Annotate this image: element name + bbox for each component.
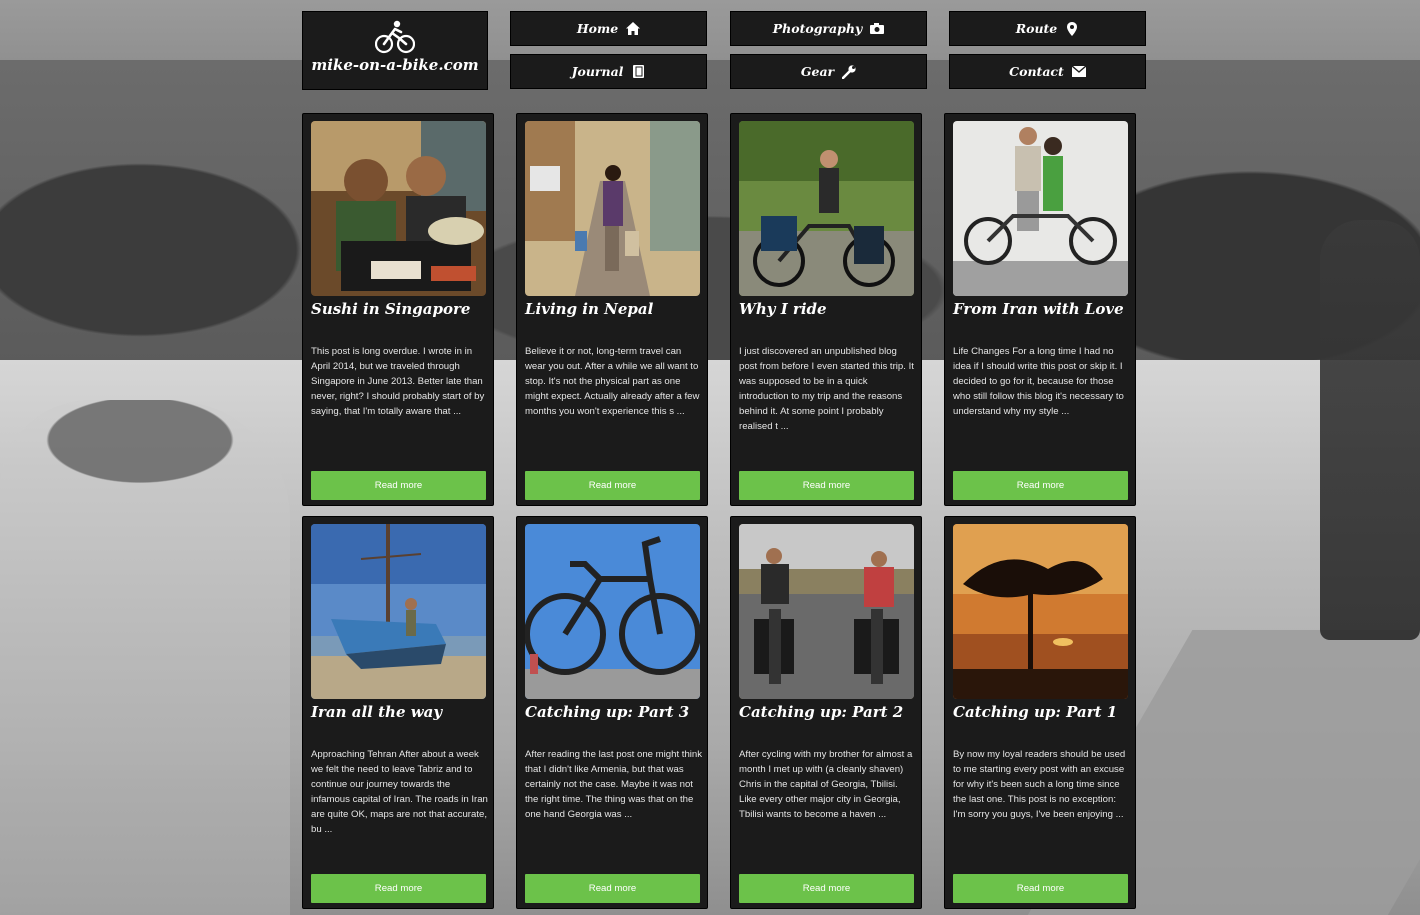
bicycle-icon [375, 20, 415, 54]
wrench-icon [842, 64, 856, 79]
nav-gear-label: Gear [800, 64, 835, 79]
post-thumbnail[interactable] [311, 121, 486, 296]
post-card: Why I ride I just discovered an unpublis… [730, 113, 922, 506]
nav-route-label: Route [1015, 21, 1058, 36]
post-title[interactable]: Catching up: Part 2 [739, 703, 917, 721]
post-title[interactable]: Why I ride [739, 300, 917, 318]
post-thumbnail[interactable] [739, 524, 914, 699]
post-title[interactable]: Catching up: Part 3 [525, 703, 703, 721]
post-excerpt: After cycling with my brother for almost… [739, 749, 913, 820]
post-excerpt: After reading the last post one might th… [525, 749, 703, 820]
site-name: mike-on-a-bike.com [311, 56, 479, 74]
background-hills [0, 60, 1420, 380]
post-excerpt: This post is long overdue. I wrote in in… [311, 346, 485, 417]
post-card: Sushi in Singapore This post is long ove… [302, 113, 494, 506]
camera-icon [870, 22, 885, 36]
post-thumbnail[interactable] [953, 524, 1128, 699]
post-excerpt: Life Changes For a long time I had no id… [953, 346, 1124, 417]
post-card: Catching up: Part 2 After cycling with m… [730, 516, 922, 909]
nav-route[interactable]: Route [949, 11, 1146, 46]
post-excerpt: I just discovered an unpublished blog po… [739, 346, 914, 432]
post-thumbnail[interactable] [739, 121, 914, 296]
nav-photography-label: Photography [772, 21, 863, 36]
background-photo [0, 0, 1420, 915]
read-more-button[interactable]: Read more [311, 874, 486, 903]
read-more-button[interactable]: Read more [525, 471, 700, 500]
nav-gear[interactable]: Gear [730, 54, 927, 89]
post-card: Catching up: Part 1 By now my loyal read… [944, 516, 1136, 909]
nav-photography[interactable]: Photography [730, 11, 927, 46]
nav-home-label: Home [576, 21, 619, 36]
home-icon [626, 22, 641, 36]
post-title[interactable]: Iran all the way [311, 703, 489, 721]
post-card: Catching up: Part 3 After reading the la… [516, 516, 708, 909]
post-thumbnail[interactable] [525, 121, 700, 296]
nav-journal-label: Journal [571, 64, 624, 79]
nav-contact[interactable]: Contact [949, 54, 1146, 89]
read-more-button[interactable]: Read more [525, 874, 700, 903]
post-title[interactable]: Catching up: Part 1 [953, 703, 1131, 721]
nav-journal[interactable]: Journal [510, 54, 707, 89]
post-thumbnail[interactable] [525, 524, 700, 699]
site-logo[interactable]: mike-on-a-bike.com [302, 11, 488, 90]
post-excerpt: Believe it or not, long-term travel can … [525, 346, 700, 417]
read-more-button[interactable]: Read more [739, 874, 914, 903]
read-more-button[interactable]: Read more [953, 471, 1128, 500]
post-card: Iran all the way Approaching Tehran Afte… [302, 516, 494, 909]
read-more-button[interactable]: Read more [311, 471, 486, 500]
background-figure-right [1320, 220, 1420, 640]
nav-home[interactable]: Home [510, 11, 707, 46]
post-thumbnail[interactable] [953, 121, 1128, 296]
map-pin-icon [1065, 21, 1079, 36]
post-card: Living in Nepal Believe it or not, long-… [516, 113, 708, 506]
post-title[interactable]: Living in Nepal [525, 300, 703, 318]
background-figure-left [0, 400, 290, 915]
read-more-button[interactable]: Read more [953, 874, 1128, 903]
envelope-icon [1071, 65, 1086, 79]
read-more-button[interactable]: Read more [739, 471, 914, 500]
post-excerpt: By now my loyal readers should be used t… [953, 749, 1126, 820]
post-excerpt: Approaching Tehran After about a week we… [311, 749, 488, 835]
post-card: From Iran with Love Life Changes For a l… [944, 113, 1136, 506]
post-thumbnail[interactable] [311, 524, 486, 699]
post-title[interactable]: From Iran with Love [953, 300, 1131, 318]
nav-contact-label: Contact [1009, 64, 1064, 79]
post-title[interactable]: Sushi in Singapore [311, 300, 489, 318]
book-icon [631, 65, 645, 79]
